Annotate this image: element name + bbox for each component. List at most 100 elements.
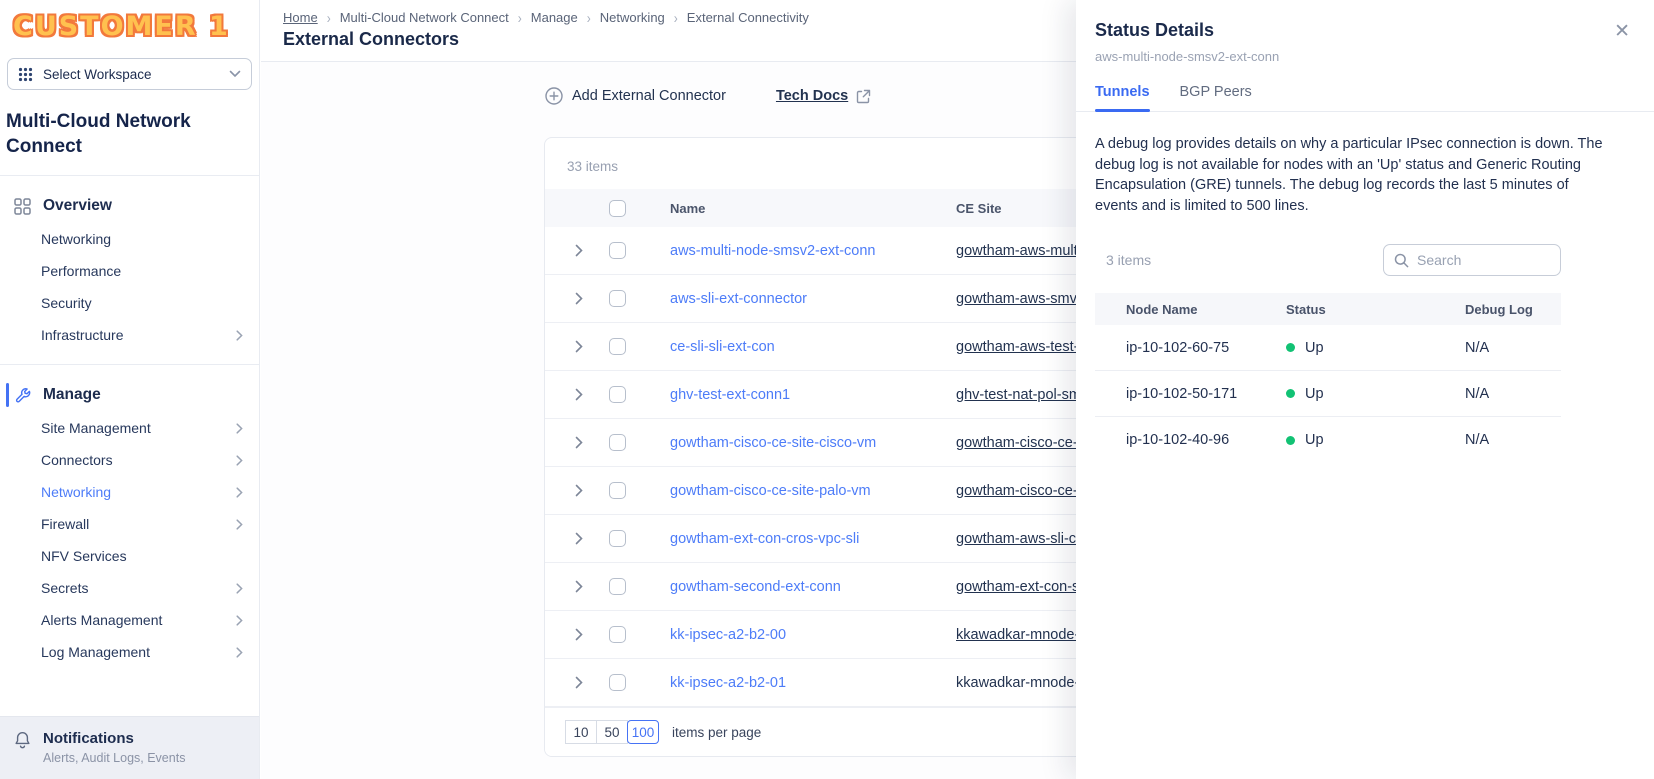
panel-tab[interactable]: Tunnels: [1095, 84, 1150, 111]
expand-row-icon[interactable]: [575, 340, 609, 353]
sidebar-subitem[interactable]: Secrets: [0, 572, 259, 604]
expand-row-icon[interactable]: [575, 676, 609, 689]
sidebar-subitem[interactable]: Networking: [0, 476, 259, 508]
sidebar-subitem-label: Networking: [41, 231, 111, 247]
expand-row-icon[interactable]: [575, 484, 609, 497]
panel-title: Status Details: [1095, 20, 1214, 41]
connector-name-link[interactable]: gowtham-cisco-ce-site-palo-vm: [670, 483, 956, 499]
grid-dots-icon: [18, 67, 33, 82]
column-header-name: Name: [670, 201, 956, 216]
status-up-dot-icon: [1286, 389, 1295, 398]
node-name-value: ip-10-102-60-75: [1126, 340, 1286, 356]
sidebar-subitem-label: NFV Services: [41, 548, 127, 564]
notifications-section[interactable]: Notifications Alerts, Audit Logs, Events: [0, 716, 259, 779]
connector-name-link[interactable]: gowtham-ext-con-cros-vpc-sli: [670, 531, 956, 547]
breadcrumb-item[interactable]: External Connectivity: [687, 10, 809, 25]
page-size-option[interactable]: 100: [627, 720, 659, 744]
node-name-value: ip-10-102-50-171: [1126, 386, 1286, 402]
workspace-selector-label: Select Workspace: [43, 67, 152, 82]
connector-name-link[interactable]: kk-ipsec-a2-b2-00: [670, 627, 956, 643]
sidebar-section-overview[interactable]: Overview: [0, 189, 259, 223]
sidebar-section-manage[interactable]: Manage: [0, 378, 259, 412]
items-per-page-label: items per page: [672, 725, 761, 740]
expand-row-icon[interactable]: [575, 628, 609, 641]
row-checkbox[interactable]: [609, 530, 626, 547]
workspace-selector[interactable]: Select Workspace: [7, 58, 252, 90]
connector-name-link[interactable]: aws-sli-ext-connector: [670, 291, 956, 307]
sidebar-subitem-label: Security: [41, 295, 92, 311]
add-external-connector-label: Add External Connector: [572, 88, 726, 104]
add-external-connector-button[interactable]: Add External Connector: [545, 87, 726, 105]
row-checkbox[interactable]: [609, 290, 626, 307]
sidebar-subitem[interactable]: Infrastructure: [0, 319, 259, 351]
expand-row-icon[interactable]: [575, 244, 609, 257]
page-size-option[interactable]: 10: [565, 720, 597, 744]
sidebar-subitem-label: Alerts Management: [41, 612, 162, 628]
row-checkbox[interactable]: [609, 578, 626, 595]
debug-log-value: N/A: [1465, 386, 1561, 402]
column-header-debug-log: Debug Log: [1465, 302, 1561, 317]
node-name-value: ip-10-102-40-96: [1126, 432, 1286, 448]
breadcrumb-item[interactable]: Manage: [531, 10, 578, 25]
customer-logo: CUSTOMER 1: [13, 11, 259, 42]
row-checkbox[interactable]: [609, 482, 626, 499]
notifications-sublabel: Alerts, Audit Logs, Events: [43, 751, 185, 765]
sidebar-subitem[interactable]: Connectors: [0, 444, 259, 476]
expand-row-icon[interactable]: [575, 436, 609, 449]
close-icon[interactable]: ✕: [1614, 22, 1630, 41]
tunnels-table: Node Name Status Debug Log ip-10-102-60-…: [1095, 293, 1561, 463]
tunnels-table-header: Node Name Status Debug Log: [1095, 293, 1561, 325]
breadcrumb-item[interactable]: Networking: [600, 10, 665, 25]
expand-row-icon[interactable]: [575, 580, 609, 593]
sidebar-subitem[interactable]: Firewall: [0, 508, 259, 540]
breadcrumb-separator-icon: ›: [674, 9, 678, 26]
status-value: Up: [1305, 340, 1324, 356]
connector-name-link[interactable]: gowtham-cisco-ce-site-cisco-vm: [670, 435, 956, 451]
sidebar-subitem[interactable]: NFV Services: [0, 540, 259, 572]
row-checkbox[interactable]: [609, 626, 626, 643]
external-link-icon: [856, 89, 871, 104]
row-checkbox[interactable]: [609, 674, 626, 691]
divider: [0, 364, 259, 365]
debug-log-description: A debug log provides details on why a pa…: [1095, 134, 1611, 216]
sidebar-subitem[interactable]: Performance: [0, 255, 259, 287]
select-all-checkbox[interactable]: [609, 200, 626, 217]
breadcrumb-item[interactable]: Multi-Cloud Network Connect: [340, 10, 509, 25]
chevron-right-icon: [236, 330, 243, 341]
connector-name-link[interactable]: ce-sli-sli-ext-con: [670, 339, 956, 355]
status-value: Up: [1305, 432, 1324, 448]
manage-subitems: Site Management Connectors Networking: [0, 412, 259, 668]
tunnel-row: ip-10-102-50-171 Up N/A: [1095, 371, 1561, 417]
column-header-status: Status: [1286, 302, 1465, 317]
connector-name-link[interactable]: gowtham-second-ext-conn: [670, 579, 956, 595]
row-checkbox[interactable]: [609, 242, 626, 259]
panel-tab[interactable]: BGP Peers: [1180, 84, 1252, 111]
connector-name-link[interactable]: ghv-test-ext-conn1: [670, 387, 956, 403]
chevron-right-icon: [236, 455, 243, 466]
page-size-option[interactable]: 50: [596, 720, 628, 744]
row-checkbox[interactable]: [609, 338, 626, 355]
row-checkbox[interactable]: [609, 386, 626, 403]
breadcrumb-item[interactable]: Home: [283, 10, 318, 25]
tech-docs-link[interactable]: Tech Docs: [776, 88, 871, 104]
notifications-label: Notifications: [43, 730, 185, 748]
connector-name-link[interactable]: kk-ipsec-a2-b2-01: [670, 675, 956, 691]
search-input[interactable]: [1417, 252, 1537, 268]
status-up-dot-icon: [1286, 436, 1295, 445]
sidebar-subitem-label: Infrastructure: [41, 327, 123, 343]
expand-row-icon[interactable]: [575, 532, 609, 545]
expand-row-icon[interactable]: [575, 292, 609, 305]
status-details-panel: Status Details ✕ aws-multi-node-smsv2-ex…: [1076, 0, 1654, 779]
sidebar-subitem[interactable]: Site Management: [0, 412, 259, 444]
sidebar-section-label: Manage: [43, 386, 101, 404]
sidebar-subitem[interactable]: Log Management: [0, 636, 259, 668]
breadcrumb-separator-icon: ›: [587, 9, 591, 26]
panel-tabs: Tunnels BGP Peers: [1076, 84, 1654, 112]
sidebar-subitem[interactable]: Alerts Management: [0, 604, 259, 636]
row-checkbox[interactable]: [609, 434, 626, 451]
sidebar-subitem[interactable]: Networking: [0, 223, 259, 255]
connector-name-link[interactable]: aws-multi-node-smsv2-ext-conn: [670, 243, 956, 259]
tunnels-table-body: ip-10-102-60-75 Up N/A ip-10-102-50-171 …: [1095, 325, 1561, 463]
sidebar-subitem[interactable]: Security: [0, 287, 259, 319]
expand-row-icon[interactable]: [575, 388, 609, 401]
